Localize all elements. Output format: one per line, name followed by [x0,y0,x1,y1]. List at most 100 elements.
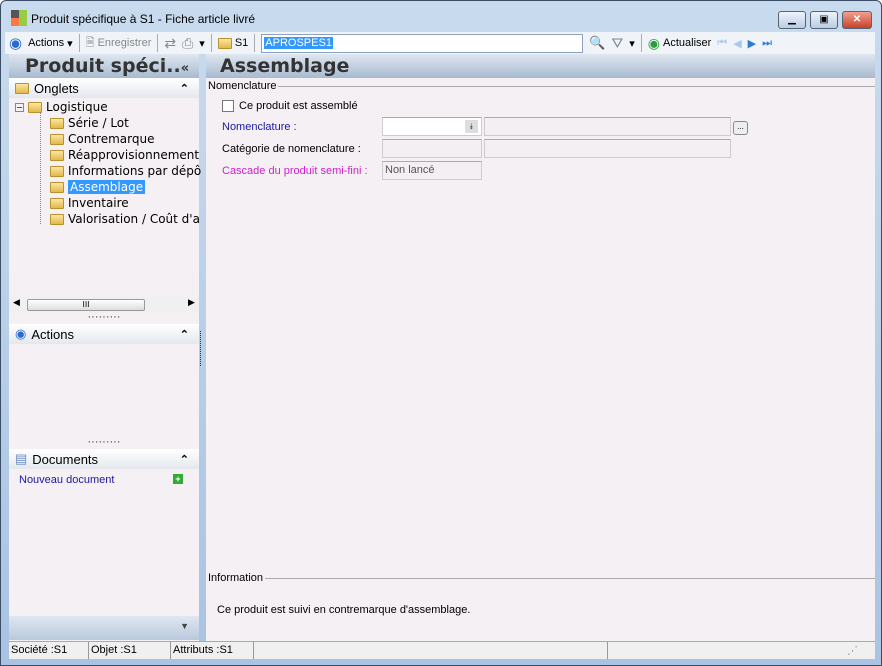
print-dropdown-icon[interactable]: ▾ [199,37,205,50]
actions-section-body [9,344,199,440]
tabs-tree: − Logistique Série / Lot Contremarque Réa… [9,98,201,315]
tree-node-label: Série / Lot [68,116,129,130]
nomenclature-select[interactable]: ⯯ [382,117,482,136]
open-folder-icon [50,181,64,193]
close-button[interactable]: ✕ [842,11,872,29]
toolbar: ◉ Actions ▾ 🗎 Enregistrer ⇄ ⎙ ▾ S1 APROSPE… [5,32,875,54]
panel-overflow-button[interactable]: ▼ [9,616,199,640]
nomenclature-group: Nomenclature [208,80,875,92]
tree-node[interactable]: Valorisation / Coût d'a [50,212,200,226]
separator [640,34,642,52]
assembled-checkbox[interactable] [222,100,234,112]
tree-node-label: Contremarque [68,132,155,146]
vertical-splitter[interactable] [200,331,201,366]
minimize-button[interactable]: ▁ [778,11,806,29]
collapse-chevron-icon[interactable]: ⌃ [180,328,189,341]
documents-section-header[interactable]: ▤ Documents ⌃ [9,449,199,469]
save-label: Enregistrer [97,37,152,49]
tree-node-logistique[interactable]: − Logistique [15,100,108,114]
status-societe: Société :S1 [9,642,89,659]
cascade-value: Non lancé [385,164,435,176]
actions-section-header[interactable]: ◉ Actions ⌃ [9,324,199,344]
previous-record-icon[interactable]: ◀ [733,37,741,50]
tree-node[interactable]: Inventaire [50,196,129,210]
folder-button[interactable]: S1 [217,37,249,49]
splitter-handle[interactable]: ········· [9,312,199,324]
app-icon [11,10,27,26]
first-record-icon[interactable]: ⏮ [717,37,727,50]
scrollbar-thumb[interactable]: III [27,299,145,311]
onglets-section-header[interactable]: Onglets ⌃ [9,78,199,98]
collapse-panel-button[interactable]: « [181,61,189,76]
folder-icon [50,117,64,129]
save-button[interactable]: 🗎 Enregistrer [86,34,152,53]
folder-icon [50,197,64,209]
target-icon: ◉ [15,326,27,341]
information-group: Information [208,572,875,584]
information-text: Ce produit est suivi en contremarque d'a… [217,604,471,616]
refresh-label: Actualiser [663,37,712,49]
tree-node-label: Inventaire [68,196,129,210]
collapse-chevron-icon[interactable]: ⌃ [180,82,189,95]
folder-label: S1 [234,37,249,49]
next-record-icon[interactable]: ▶ [748,37,756,50]
checkbox-label: Ce produit est assemblé [239,100,358,112]
separator [210,34,212,52]
tree-node[interactable]: Série / Lot [50,116,129,130]
left-panel: Produit spéci..« Onglets ⌃ − Logistique Sé… [9,54,201,641]
search-value: APROSPES1 [264,36,333,49]
tree-node-label: Assemblage [68,180,146,194]
cascade-field: Non lancé [382,161,482,180]
add-document-icon[interactable]: + [173,474,183,484]
group-label: Information [208,572,264,584]
resize-grip-icon[interactable]: ⋰ [608,642,860,659]
categorie-description-field [484,139,731,158]
target-icon[interactable]: ◉ [9,34,22,52]
folder-icon [15,82,29,94]
separator [254,34,256,52]
nomenclature-description-field [484,117,731,136]
tree-node[interactable]: Informations par dépô [50,164,201,178]
assembled-checkbox-row[interactable]: Ce produit est assemblé [222,100,358,112]
tree-line [40,112,41,224]
sync-icon[interactable]: ⇄ [164,35,176,52]
search-icon[interactable]: 🔍 [589,35,605,51]
filter-icon[interactable]: ⛛ [611,35,623,52]
new-document-row: Nouveau document + [9,469,199,489]
cascade-label: Cascade du produit semi-fini : [222,165,368,177]
collapse-node-icon[interactable]: − [15,102,24,112]
maximize-button[interactable]: ▣ [810,11,838,29]
refresh-icon: ◉ [647,34,660,51]
tree-node-label: Informations par dépô [68,164,202,178]
search-input[interactable]: APROSPES1 [261,33,584,53]
panel-title-text: Produit spéci.. [25,55,181,77]
group-label: Nomenclature [208,80,277,92]
window-title: Produit spécifique à S1 - Fiche article … [31,12,256,26]
actions-menu-button[interactable]: Actions ▾ [28,37,73,50]
refresh-button[interactable]: ◉ Actualiser [648,35,712,52]
print-icon[interactable]: ⎙ [182,35,193,52]
tree-node-label: Logistique [46,100,108,114]
status-empty [254,642,608,659]
status-objet: Objet :S1 [89,642,171,659]
panel-title: Produit spéci..« [9,54,199,78]
new-document-link[interactable]: Nouveau document [19,474,114,486]
status-attributs: Attributs :S1 [171,642,254,659]
last-record-icon[interactable]: ⏭ [762,37,772,50]
folder-icon [217,37,232,49]
tree-node-selected[interactable]: Assemblage [50,180,146,194]
nomenclature-label: Nomenclature : [222,121,297,133]
browse-button[interactable]: ... [733,121,748,135]
filter-dropdown-icon[interactable]: ▾ [629,37,635,50]
actions-section-label: Actions [31,326,74,342]
splitter-handle[interactable]: ········· [9,437,199,449]
folder-icon [50,165,64,177]
tree-node[interactable]: Contremarque [50,132,154,146]
document-icon: ▤ [15,451,28,466]
chevron-down-icon[interactable]: ⯯ [465,120,478,133]
horizontal-scrollbar[interactable]: ◀ III ▶ [9,297,199,313]
tree-node[interactable]: Réapprovisionnement [50,148,199,162]
collapse-chevron-icon[interactable]: ⌃ [180,453,189,466]
categorie-label: Catégorie de nomenclature : [222,143,361,155]
status-bar: Société :S1 Objet :S1 Attributs :S1 ⋰ [9,641,875,659]
